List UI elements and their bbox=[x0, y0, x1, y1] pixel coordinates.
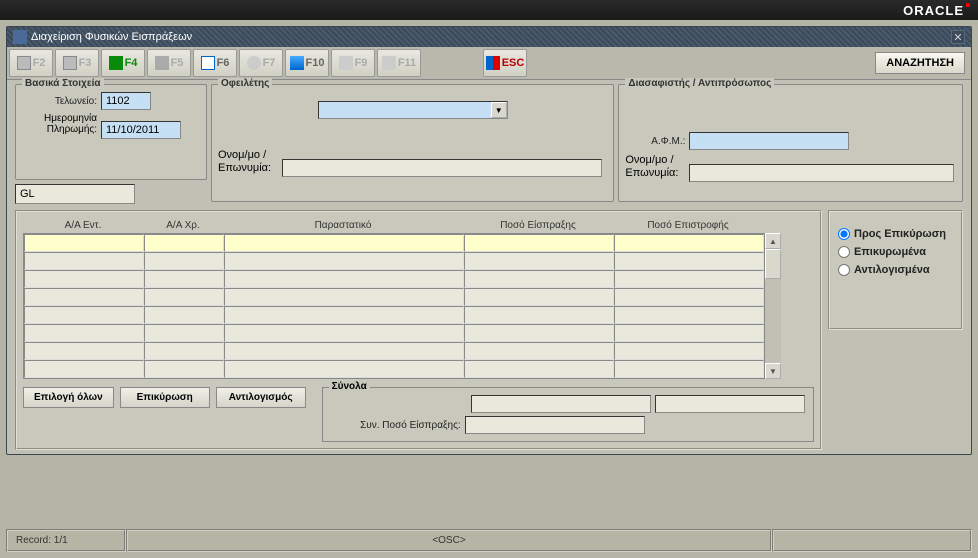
debtor-panel: Οφειλέτης ▼ Ονομ/μο / Επωνυμία: bbox=[211, 84, 614, 202]
document-icon bbox=[63, 56, 77, 70]
debtor-legend: Οφειλέτης bbox=[218, 78, 272, 89]
insurer-panel: Διασαφιστής / Αντιπρόσωπος Α.Φ.Μ.: Ονομ/… bbox=[618, 84, 963, 202]
confirm-button[interactable]: Επικύρωση bbox=[120, 387, 210, 408]
col-header-amount-ret: Ποσό Επιστροφής bbox=[613, 218, 763, 233]
totals-sum-input bbox=[465, 416, 645, 434]
debtor-name-input[interactable] bbox=[282, 159, 602, 177]
grid-cell[interactable] bbox=[464, 234, 614, 252]
insurer-legend: Διασαφιστής / Αντιπρόσωπος bbox=[625, 78, 774, 89]
grid-header: Α/Α Εντ. Α/Α Χρ. Παραστατικό Ποσό Είσπρα… bbox=[23, 218, 814, 233]
filter-pending-radio[interactable] bbox=[838, 228, 850, 240]
afm-label: Α.Φ.Μ.: bbox=[625, 136, 685, 147]
filter-pending-label: Προς Επικύρωση bbox=[854, 228, 946, 240]
insurer-name-label-2: Επωνυμία: bbox=[625, 167, 685, 180]
f11-button[interactable]: F11 bbox=[377, 49, 421, 77]
grid-cell[interactable] bbox=[24, 234, 144, 252]
afm-input[interactable] bbox=[689, 132, 849, 150]
totals-legend: Σύνολα bbox=[329, 381, 370, 392]
f9-button[interactable]: F9 bbox=[331, 49, 375, 77]
debtor-name-label-2: Επωνυμία: bbox=[218, 162, 278, 175]
debtor-combo[interactable]: ▼ bbox=[318, 101, 508, 119]
scroll-thumb[interactable] bbox=[765, 249, 781, 279]
basic-info-panel: Βασικά Στοιχεία Τελωνείο: Ημερομηνία Πλη… bbox=[15, 84, 207, 180]
customs-input[interactable] bbox=[101, 92, 151, 110]
col-header-aa-chr: Α/Α Χρ. bbox=[143, 218, 223, 233]
grid-row[interactable] bbox=[24, 288, 764, 306]
reverse-button[interactable]: Αντιλογισμός bbox=[216, 387, 306, 408]
insurer-name-label-1: Ονομ/μο / bbox=[625, 154, 685, 167]
grid-cell[interactable] bbox=[614, 234, 764, 252]
f7-button[interactable]: F7 bbox=[239, 49, 283, 77]
f2-save-button[interactable]: F2 bbox=[9, 49, 53, 77]
totals-top-input bbox=[471, 395, 651, 413]
search-button[interactable]: ΑΝΑΖΗΤΗΣΗ bbox=[875, 52, 965, 74]
grid-cell[interactable] bbox=[224, 234, 464, 252]
status-osc: <OSC> bbox=[126, 529, 772, 552]
gl-input[interactable] bbox=[15, 184, 135, 204]
grid-cell[interactable] bbox=[144, 234, 224, 252]
grid-row[interactable] bbox=[24, 234, 764, 252]
grid-row[interactable] bbox=[24, 270, 764, 288]
grid-row[interactable] bbox=[24, 252, 764, 270]
f10-print-button[interactable]: F10 bbox=[285, 49, 329, 77]
titlebar: Διαχείριση Φυσικών Εισπράξεων ✕ bbox=[7, 27, 971, 47]
list-icon bbox=[339, 56, 353, 70]
esc-exit-button[interactable]: ESC bbox=[483, 49, 527, 77]
insurer-name-input[interactable] bbox=[689, 164, 954, 182]
oracle-brand-bar: ORACLE bbox=[0, 0, 978, 20]
print-icon bbox=[290, 56, 304, 70]
toolbar: F2 F3 F4 F5 F6 F7 F10 F9 F11 ESC ΑΝΑΖΗΤΗ… bbox=[7, 47, 971, 80]
grid-icon bbox=[382, 56, 396, 70]
paydate-label-1: Ημερομηνία bbox=[22, 113, 97, 124]
grid-row[interactable] bbox=[24, 306, 764, 324]
f3-button[interactable]: F3 bbox=[55, 49, 99, 77]
main-window: Διαχείριση Φυσικών Εισπράξεων ✕ F2 F3 F4… bbox=[6, 26, 972, 455]
totals-top-input-2 bbox=[655, 395, 805, 413]
paydate-input[interactable] bbox=[101, 121, 181, 139]
filter-reversed-radio[interactable] bbox=[838, 264, 850, 276]
add-icon bbox=[247, 56, 261, 70]
totals-panel: Σύνολα Συν. Ποσό Είσπραξης: bbox=[322, 387, 814, 442]
status-right bbox=[772, 529, 972, 552]
basic-legend: Βασικά Στοιχεία bbox=[22, 78, 104, 89]
customs-label: Τελωνείο: bbox=[22, 96, 97, 107]
scroll-down-icon[interactable]: ▼ bbox=[765, 363, 781, 379]
filter-confirmed-radio[interactable] bbox=[838, 246, 850, 258]
save-icon bbox=[17, 56, 31, 70]
grid-row[interactable] bbox=[24, 360, 764, 378]
grid-body bbox=[23, 233, 765, 379]
paydate-label-2: Πληρωμής: bbox=[22, 124, 97, 135]
grid-row[interactable] bbox=[24, 342, 764, 360]
vertical-scrollbar[interactable]: ▲ ▼ bbox=[765, 233, 781, 379]
window-icon bbox=[13, 30, 27, 44]
f6-button[interactable]: F6 bbox=[193, 49, 237, 77]
col-header-amount-in: Ποσό Είσπραξης bbox=[463, 218, 613, 233]
grid-row[interactable] bbox=[24, 324, 764, 342]
oracle-logo: ORACLE bbox=[903, 3, 970, 18]
status-record: Record: 1/1 bbox=[6, 529, 126, 552]
f5-delete-button[interactable]: F5 bbox=[147, 49, 191, 77]
new-icon bbox=[109, 56, 123, 70]
totals-sum-label: Συν. Ποσό Είσπραξης: bbox=[331, 420, 461, 431]
scroll-up-icon[interactable]: ▲ bbox=[765, 233, 781, 249]
col-header-doc: Παραστατικό bbox=[223, 218, 463, 233]
filter-confirmed-label: Επικυρωμένα bbox=[854, 246, 926, 258]
transactions-grid-panel: Α/Α Εντ. Α/Α Χρ. Παραστατικό Ποσό Είσπρα… bbox=[15, 210, 822, 450]
close-button[interactable]: ✕ bbox=[951, 30, 965, 44]
exit-icon bbox=[486, 56, 500, 70]
col-header-aa-ent: Α/Α Εντ. bbox=[23, 218, 143, 233]
f4-new-button[interactable]: F4 bbox=[101, 49, 145, 77]
filter-reversed-label: Αντιλογισμένα bbox=[854, 264, 930, 276]
debtor-name-label-1: Ονομ/μο / bbox=[218, 149, 278, 162]
status-bar: Record: 1/1 <OSC> bbox=[6, 529, 972, 552]
chevron-down-icon: ▼ bbox=[491, 102, 507, 118]
select-all-button[interactable]: Επιλογή όλων bbox=[23, 387, 114, 408]
delete-icon bbox=[155, 56, 169, 70]
window-title: Διαχείριση Φυσικών Εισπράξεων bbox=[31, 31, 192, 43]
page-icon bbox=[201, 56, 215, 70]
filter-panel: Προς Επικύρωση Επικυρωμένα Αντιλογισμένα bbox=[828, 210, 963, 330]
